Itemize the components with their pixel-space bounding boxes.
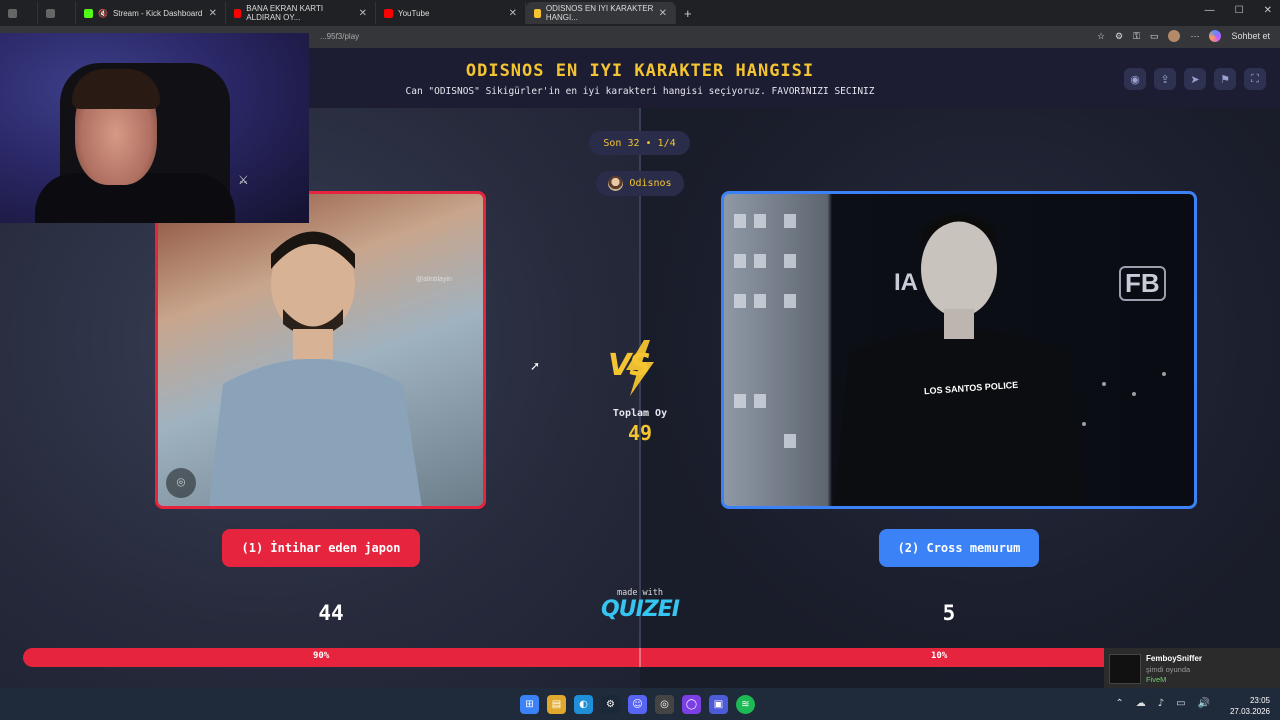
- star-icon[interactable]: ☆: [1097, 31, 1105, 42]
- steam-icon[interactable]: ⚙: [601, 695, 620, 714]
- close-window-icon[interactable]: ✕: [1264, 5, 1272, 16]
- choice-button-right[interactable]: (2) Cross memurum: [879, 529, 1039, 567]
- total-votes-label: Toplam Oy: [612, 408, 668, 419]
- clock-date: 27.03.2026: [1229, 707, 1270, 716]
- page-icon: [8, 8, 17, 18]
- windows-start-icon[interactable]: ⊞: [520, 695, 539, 714]
- author-avatar: [608, 176, 624, 191]
- vote-count-left: 44: [318, 601, 344, 625]
- eye-icon[interactable]: ◉: [1124, 68, 1146, 90]
- windows-taskbar: ⊞ ▤ ◐ ⚙ ☺ ◎ ◯ ▣ ≋ ⌃ ☁ ♪ ▭ 🔊 23:05 27.03.…: [0, 688, 1280, 720]
- tab-label: Stream - Kick Dashboard: [112, 8, 203, 18]
- volume-icon[interactable]: 🔊: [1198, 698, 1210, 709]
- youtube-icon: [234, 8, 242, 18]
- choice-button-left[interactable]: (1) İntihar eden japon: [222, 529, 420, 567]
- vs-text: VS: [608, 348, 651, 383]
- webcam-decoration-icon: ⚔: [238, 173, 249, 187]
- taskbar-apps: ⊞ ▤ ◐ ⚙ ☺ ◎ ◯ ▣ ≋: [520, 695, 755, 714]
- tab-label: BANA EKRAN KARTI ALDIRAN OY...: [246, 4, 324, 22]
- sign-b: FB: [1119, 266, 1166, 301]
- choice-card-left[interactable]: @alintilayin ⌾: [155, 191, 486, 509]
- minimize-icon[interactable]: —: [1205, 5, 1215, 16]
- close-tab-icon[interactable]: ✕: [359, 8, 367, 19]
- right-photo: [734, 214, 1166, 506]
- profile-avatar[interactable]: [1168, 30, 1181, 42]
- round-indicator: Son 32 • 1/4: [589, 131, 690, 155]
- percent-left: 90%: [313, 651, 330, 661]
- close-tab-icon[interactable]: ✕: [659, 8, 667, 19]
- close-tab-icon[interactable]: ✕: [509, 8, 517, 19]
- discord-icon[interactable]: ☺: [628, 695, 647, 714]
- tab-ekran-karti[interactable]: BANA EKRAN KARTI ALDIRAN OY... ✕: [226, 2, 376, 24]
- browser-toolbar: ☆ ⚙ ⚿ ▭ ⋯ Sohbet et: [1097, 30, 1270, 42]
- left-photo: [208, 231, 422, 506]
- percent-right: 10%: [931, 651, 948, 661]
- chat-label[interactable]: Sohbet et: [1231, 31, 1270, 41]
- sign-a: IA: [894, 269, 918, 296]
- clock-time: 23:05: [1249, 696, 1270, 705]
- new-tab-icon[interactable]: +: [684, 6, 692, 21]
- lock-icon[interactable]: ⚿: [1133, 31, 1140, 42]
- maximize-icon[interactable]: ☐: [1235, 5, 1244, 16]
- send-icon[interactable]: ➤: [1184, 68, 1206, 90]
- quizei-logo[interactable]: QUIZEI: [590, 597, 690, 622]
- progress-midline: [639, 648, 641, 667]
- app-icon[interactable]: ◯: [682, 695, 701, 714]
- file-explorer-icon[interactable]: ▤: [547, 695, 566, 714]
- tab-youtube[interactable]: YouTube ✕: [376, 2, 526, 24]
- edge-icon[interactable]: ◐: [574, 695, 593, 714]
- menu-icon[interactable]: ⋯: [1190, 31, 1199, 42]
- obs-icon[interactable]: ◎: [655, 695, 674, 714]
- extensions-icon[interactable]: ⚙: [1115, 31, 1123, 42]
- author-name: Odisnos: [629, 178, 672, 189]
- vote-progress-bar: 90% 10%: [23, 648, 1257, 667]
- tray-cloud-icon[interactable]: ☁: [1136, 698, 1146, 709]
- share-icon[interactable]: ⇪: [1154, 68, 1176, 90]
- teams-icon[interactable]: ▣: [709, 695, 728, 714]
- browser-tab-bar: 🔇 Stream - Kick Dashboard ✕ BANA EKRAN K…: [0, 0, 1280, 26]
- total-votes-value: 49: [627, 421, 653, 445]
- system-tray: ⌃ ☁ ♪ ▭ 🔊: [1115, 698, 1210, 709]
- webcam-overlay: ⚔: [0, 33, 309, 223]
- friend-game: FiveM: [1146, 675, 1167, 684]
- webcam-hair: [72, 69, 160, 109]
- tab-kick-dashboard[interactable]: 🔇 Stream - Kick Dashboard ✕: [76, 2, 226, 24]
- choice-card-right[interactable]: IA FB LOS SANTOS POLICE: [721, 191, 1197, 509]
- quiz-icon: [534, 8, 541, 18]
- friend-notification[interactable]: FemboySniffer şimdi oyunda FiveM: [1104, 648, 1280, 690]
- tab-label: ODISNOS EN IYI KARAKTER HANGI...: [545, 4, 654, 22]
- copilot-icon[interactable]: [1209, 30, 1222, 42]
- close-tab-icon[interactable]: ✕: [209, 8, 217, 19]
- monitor-icon[interactable]: ▭: [1176, 698, 1185, 709]
- tab-generic-2[interactable]: [38, 2, 76, 24]
- fullscreen-icon[interactable]: ⛶: [1244, 68, 1266, 90]
- mic-icon[interactable]: ♪: [1158, 698, 1164, 709]
- kick-icon: [84, 8, 93, 18]
- friend-status: şimdi oyunda: [1146, 665, 1191, 674]
- tab-quiz[interactable]: ODISNOS EN IYI KARAKTER HANGI... ✕: [526, 2, 676, 24]
- author-badge[interactable]: Odisnos: [596, 171, 684, 196]
- sidebar-icon[interactable]: ▭: [1150, 31, 1159, 42]
- flag-icon[interactable]: ⚑: [1214, 68, 1236, 90]
- vote-count-right: 5: [942, 601, 956, 625]
- taskbar-clock[interactable]: 23:05 27.03.2026: [1230, 695, 1270, 717]
- page-icon: [46, 8, 55, 18]
- vs-emblem: VS: [608, 338, 672, 398]
- friend-avatar: [1109, 654, 1141, 684]
- url-text[interactable]: ...95f3/play: [320, 32, 359, 41]
- header-actions: ◉ ⇪ ➤ ⚑ ⛶: [1124, 68, 1266, 90]
- spotify-icon[interactable]: ≋: [736, 695, 755, 714]
- tab-label: YouTube: [398, 8, 430, 18]
- tray-chevron-icon[interactable]: ⌃: [1115, 698, 1123, 709]
- photo-watermark: @alintilayin: [416, 276, 452, 283]
- friend-name: FemboySniffer: [1146, 654, 1203, 663]
- window-controls: — ☐ ✕: [1205, 5, 1272, 16]
- tab-generic-1[interactable]: [0, 2, 38, 24]
- youtube-icon: [384, 8, 393, 18]
- mute-icon[interactable]: 🔇: [98, 9, 108, 18]
- mouse-cursor: ➚: [530, 359, 541, 373]
- zoom-scan-icon[interactable]: ⌾: [166, 468, 196, 498]
